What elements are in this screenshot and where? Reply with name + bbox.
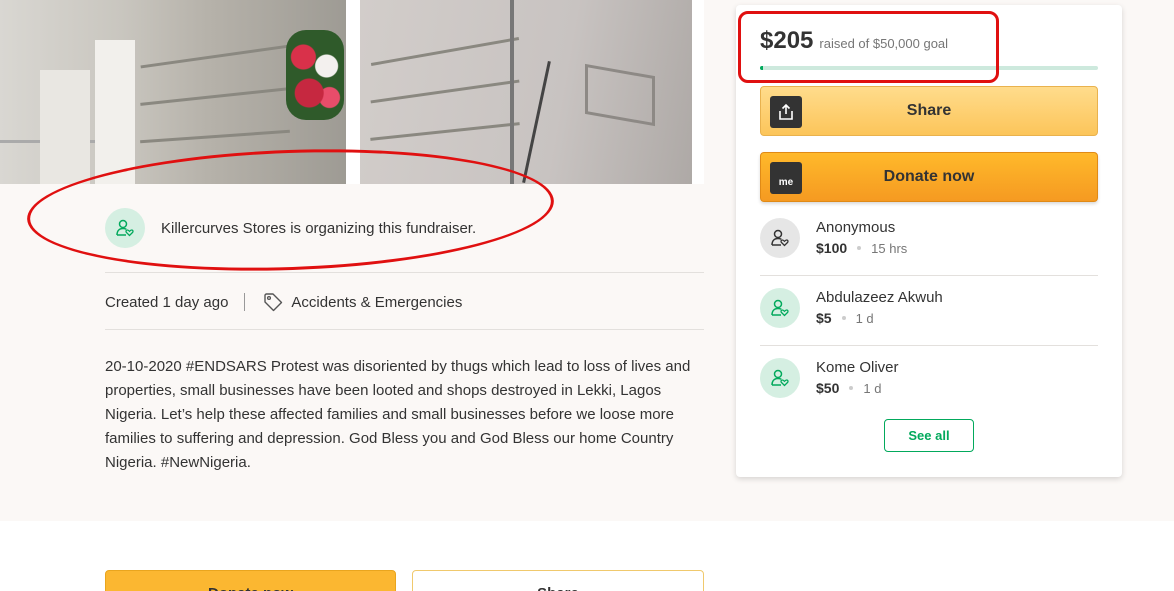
donor-avatar <box>760 358 800 398</box>
campaign-meta: Created 1 day ago Accidents & Emergencie… <box>105 292 462 312</box>
share-button[interactable]: Share <box>760 86 1098 136</box>
donor-name: Kome Oliver <box>816 359 899 376</box>
donation-amount: $100 <box>816 240 848 256</box>
donation-amount: $5 <box>816 310 832 326</box>
donate-label: Donate now <box>883 168 975 185</box>
donation-time: 1 d <box>863 380 882 396</box>
donate-now-button[interactable]: me Donate now <box>760 152 1098 202</box>
bottom-share-label: Share <box>537 585 579 591</box>
bottom-share-button[interactable]: Share <box>412 570 704 591</box>
person-heart-icon <box>771 299 789 317</box>
donor-name: Abdulazeez Akwuh <box>816 289 943 306</box>
bottom-donate-label: Donate now <box>208 585 293 591</box>
created-date: Created 1 day ago <box>105 293 229 311</box>
tag-icon <box>263 292 283 312</box>
person-heart-icon <box>771 229 789 247</box>
divider <box>105 329 704 330</box>
donation-item: Kome Oliver $50 1 d <box>760 358 1098 428</box>
divider <box>760 345 1098 346</box>
annotation-rectangle <box>738 11 999 83</box>
divider <box>105 272 704 273</box>
category-link[interactable]: Accidents & Emergencies <box>291 294 462 311</box>
donation-time: 1 d <box>855 310 874 326</box>
bottom-donate-button[interactable]: Donate now <box>105 570 396 591</box>
divider <box>760 275 1098 276</box>
donation-amount: $50 <box>816 380 840 396</box>
donation-time: 15 hrs <box>871 240 908 256</box>
share-icon <box>770 96 802 128</box>
donation-item: Abdulazeez Akwuh $5 1 d <box>760 288 1098 358</box>
donor-avatar <box>760 288 800 328</box>
donor-name: Anonymous <box>816 219 896 236</box>
campaign-story: 20-10-2020 #ENDSARS Protest was disorien… <box>105 358 691 471</box>
person-heart-icon <box>771 369 789 387</box>
donor-avatar <box>760 218 800 258</box>
meta-separator <box>244 293 246 311</box>
see-all-button[interactable]: See all <box>884 419 974 452</box>
share-label: Share <box>906 102 952 119</box>
gofundme-icon: me <box>770 162 802 194</box>
donation-item: Anonymous $100 15 hrs <box>760 218 1098 288</box>
flowers-decoration <box>286 30 344 120</box>
